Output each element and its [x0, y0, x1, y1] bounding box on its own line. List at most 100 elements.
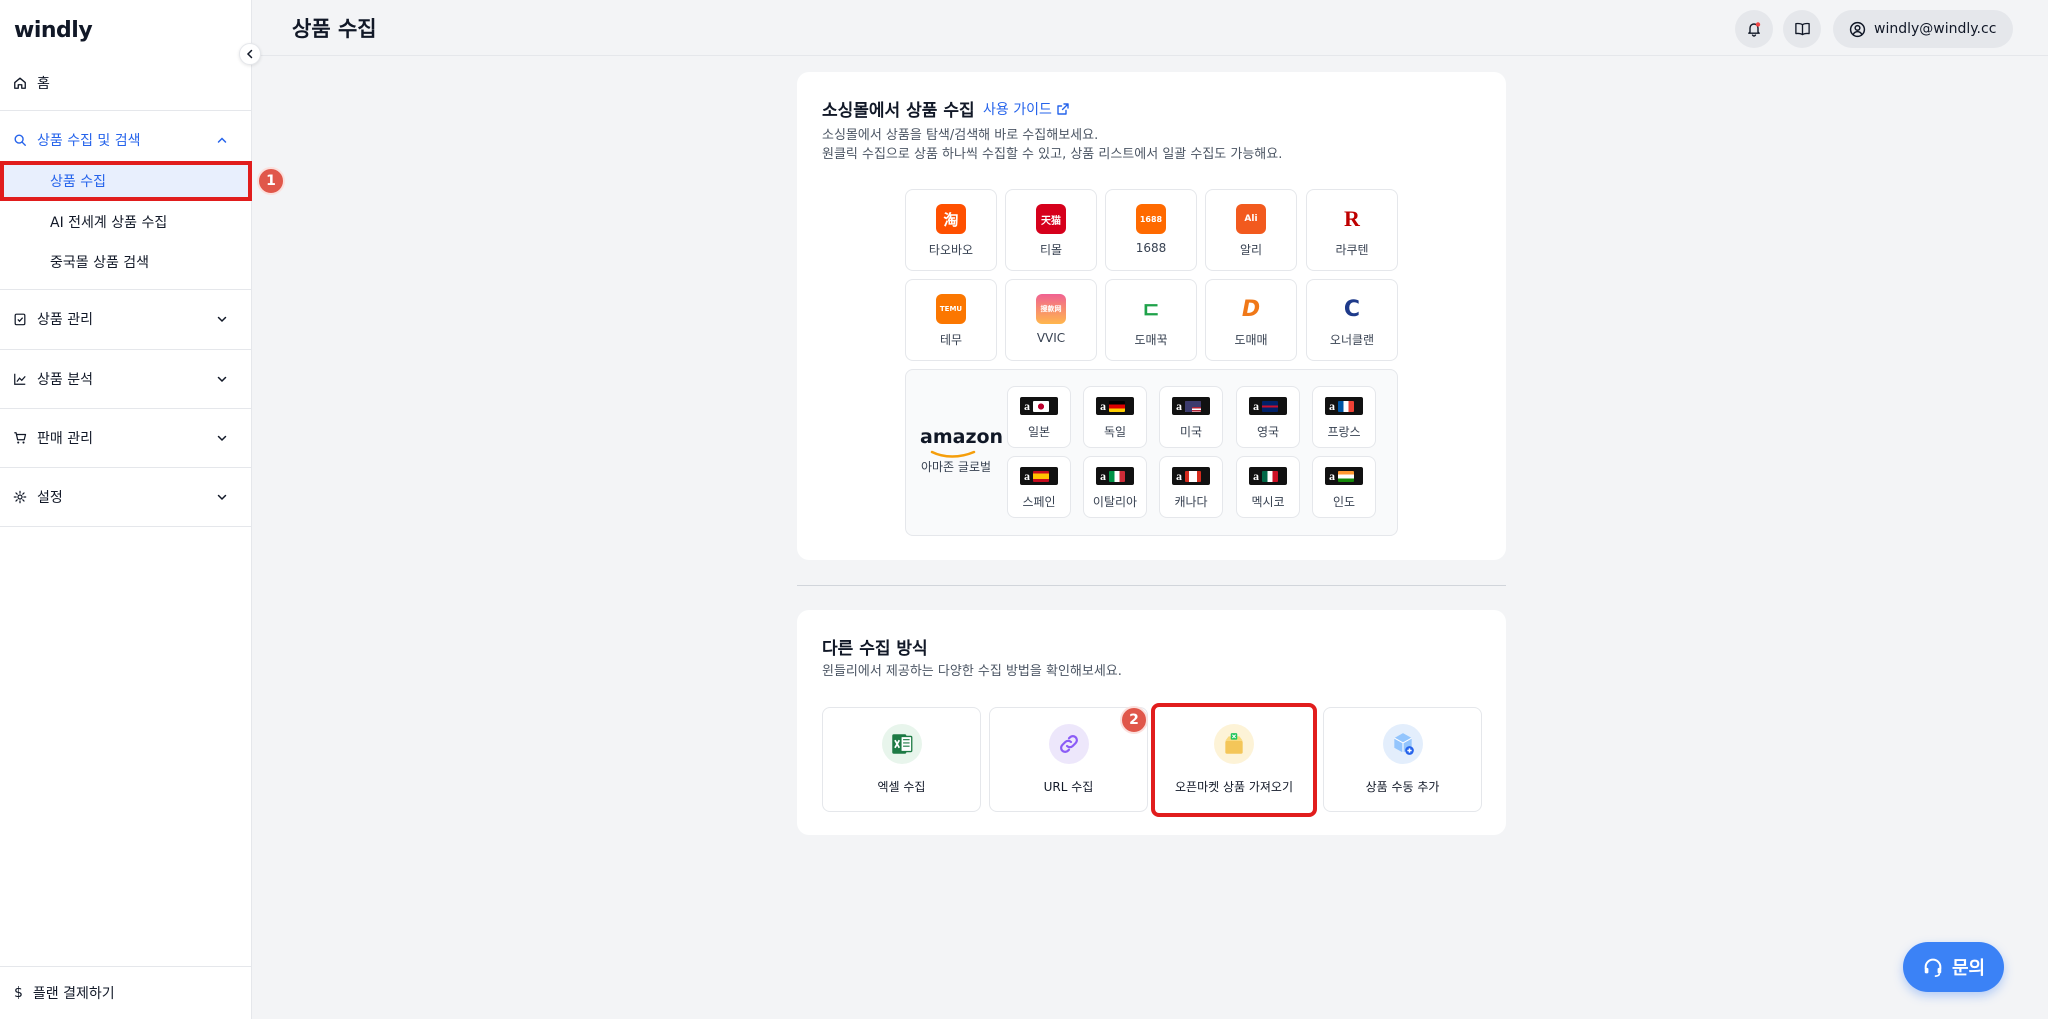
sidebar-group-collect-search[interactable]: 상품 수집 및 검색 [0, 129, 251, 151]
amazon-country-canada[interactable]: a 캐나다 [1159, 456, 1223, 518]
divider [0, 467, 251, 468]
country-name: 스페인 [1022, 495, 1056, 509]
shop-tile-ownerclan[interactable]: C 오너클랜 [1306, 279, 1398, 361]
chevron-down-icon [215, 312, 229, 326]
amazon-canada-icon: a [1172, 467, 1210, 485]
country-name: 캐나다 [1174, 495, 1208, 509]
openmarket-import-button[interactable]: 오픈마켓 상품 가져오기 [1151, 703, 1317, 817]
usage-guide-link[interactable]: 사용 가이드 [983, 99, 1070, 119]
user-account-button[interactable]: windly@windly.cc [1833, 10, 2013, 48]
shop-name: 알리 [1239, 243, 1263, 257]
sidebar-item-ai-global-collect[interactable]: AI 전세계 상품 수집 [0, 202, 251, 242]
chevron-left-icon [246, 49, 253, 59]
domeme-logo-icon: D [1236, 294, 1266, 324]
bell-icon [1748, 22, 1761, 37]
sidebar-collapse-button[interactable] [239, 43, 261, 65]
amazon-logo: amazon [920, 426, 1004, 448]
amazon-country-india[interactable]: a 인도 [1312, 456, 1376, 518]
country-name: 영국 [1256, 425, 1280, 439]
taobao-logo-icon: 淘 [936, 204, 966, 234]
book-icon [1794, 22, 1810, 36]
shop-tile-1688[interactable]: 1688 1688 [1105, 189, 1197, 271]
section-divider [797, 585, 1506, 586]
sidebar-item-label: 홈 [37, 76, 50, 92]
other-methods-desc: 윈들리에서 제공하는 다양한 수집 방법을 확인해보세요. [822, 664, 1122, 679]
amazon-usa-icon: a [1172, 397, 1210, 415]
sidebar-group-label: 상품 분석 [37, 372, 93, 388]
amazon-india-icon: a [1325, 467, 1363, 485]
shop-name: 테무 [939, 333, 963, 347]
divider [0, 526, 251, 527]
sidebar-item-china-search[interactable]: 중국몰 상품 검색 [0, 242, 251, 282]
shop-tile-tmall[interactable]: 天猫 티몰 [1005, 189, 1097, 271]
amazon-country-germany[interactable]: a 독일 [1083, 386, 1147, 448]
plan-payment-label: 플랜 결제하기 [32, 986, 115, 1002]
divider [0, 110, 251, 111]
clipboard-check-icon [12, 311, 28, 327]
shop-tile-taobao[interactable]: 淘 타오바오 [905, 189, 997, 271]
notification-button[interactable] [1735, 10, 1773, 48]
shop-tile-aliexpress[interactable]: Ali 알리 [1205, 189, 1297, 271]
vvic-logo-icon: 搜款网 [1036, 294, 1066, 324]
shop-name: 오너클랜 [1329, 333, 1375, 347]
divider [0, 408, 251, 409]
headset-icon [1924, 958, 1942, 977]
shop-tile-domeme[interactable]: D 도매매 [1205, 279, 1297, 361]
amazon-germany-icon: a [1096, 397, 1134, 415]
shop-name: 티몰 [1039, 243, 1063, 257]
shop-tile-temu[interactable]: TEMU 테무 [905, 279, 997, 361]
annotation-badge-2: 2 [1120, 706, 1148, 734]
temu-logo-icon: TEMU [936, 294, 966, 324]
sidebar-group-sales-manage[interactable]: 판매 관리 [0, 427, 251, 449]
method-label: 엑셀 수집 [877, 780, 926, 794]
sidebar-group-product-analysis[interactable]: 상품 분석 [0, 368, 251, 390]
amazon-country-uk[interactable]: a 영국 [1236, 386, 1300, 448]
sourcing-mall-title: 소싱몰에서 상품 수집 [822, 101, 975, 121]
shop-tile-domeggook[interactable]: ㄷ 도매꾹 [1105, 279, 1197, 361]
domeggook-logo-icon: ㄷ [1136, 294, 1166, 324]
sidebar-item-product-collect[interactable]: 상품 수집 [0, 161, 252, 201]
method-label: 상품 수동 추가 [1365, 780, 1440, 794]
shop-tile-rakuten[interactable]: R 라쿠텐 [1306, 189, 1398, 271]
amazon-country-mexico[interactable]: a 멕시코 [1236, 456, 1300, 518]
sidebar: windly 홈 상품 수집 및 검색 상품 수집 AI 전세계 상품 수집 중… [0, 0, 252, 1019]
chevron-up-icon [215, 133, 229, 147]
sidebar-group-label: 상품 수집 및 검색 [37, 133, 141, 149]
amazon-country-japan[interactable]: a 일본 [1007, 386, 1071, 448]
sidebar-item-home[interactable]: 홈 [0, 72, 251, 94]
country-name: 멕시코 [1251, 495, 1285, 509]
amazon-uk-icon: a [1249, 397, 1287, 415]
amazon-country-france[interactable]: a 프랑스 [1312, 386, 1376, 448]
guide-book-button[interactable] [1783, 10, 1821, 48]
gear-icon [12, 489, 28, 505]
home-icon [12, 75, 28, 91]
chevron-down-icon [215, 372, 229, 386]
aliexpress-logo-icon: Ali [1236, 204, 1266, 234]
manual-add-button[interactable]: 상품 수동 추가 [1323, 707, 1482, 812]
rakuten-logo-icon: R [1337, 204, 1367, 234]
country-name: 일본 [1027, 425, 1051, 439]
user-email: windly@windly.cc [1874, 21, 1997, 37]
sidebar-group-product-manage[interactable]: 상품 관리 [0, 308, 251, 330]
divider [0, 289, 251, 290]
sidebar-group-label: 판매 관리 [37, 431, 93, 447]
excel-collect-button[interactable]: 엑셀 수집 [822, 707, 981, 812]
ownerclan-logo-icon: C [1337, 294, 1367, 324]
amazon-country-spain[interactable]: a 스페인 [1007, 456, 1071, 518]
inquiry-button[interactable]: 문의 [1903, 942, 2004, 992]
top-header: 상품 수집 windly@windly.cc [252, 0, 2048, 56]
shop-tile-vvic[interactable]: 搜款网 VVIC [1005, 279, 1097, 361]
app-logo[interactable]: windly [14, 18, 93, 43]
sourcing-mall-desc-2: 원클릭 수집으로 상품 하나씩 수집할 수 있고, 상품 리스트에서 일괄 수집… [822, 147, 1283, 162]
amazon-country-italy[interactable]: a 이탈리아 [1083, 456, 1147, 518]
sidebar-group-settings[interactable]: 설정 [0, 486, 251, 508]
sourcing-mall-desc-1: 소싱몰에서 상품을 탐색/검색해 바로 수집해보세요. [822, 128, 1099, 143]
amazon-country-usa[interactable]: a 미국 [1159, 386, 1223, 448]
shop-name: 도매매 [1234, 333, 1268, 347]
other-methods-title: 다른 수집 방식 [822, 639, 928, 659]
shop-name: VVIC [1036, 331, 1066, 345]
external-link-icon [1057, 103, 1069, 115]
amazon-mexico-icon: a [1249, 467, 1287, 485]
plan-payment-link[interactable]: $ 플랜 결제하기 [0, 966, 251, 1019]
amazon-global-label: 아마존 글로벌 [920, 460, 992, 474]
